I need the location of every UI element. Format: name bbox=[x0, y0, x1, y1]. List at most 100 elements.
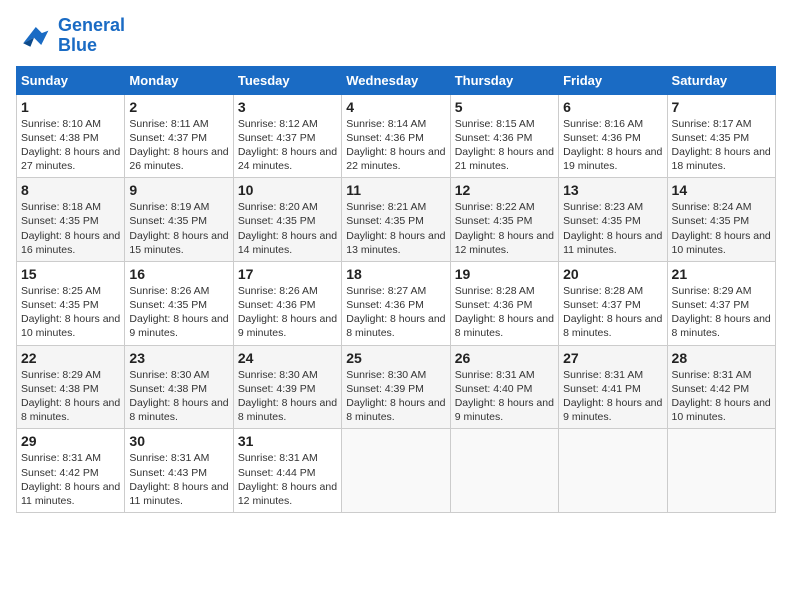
weekday-header-cell: Monday bbox=[125, 66, 233, 94]
calendar-day-cell: 20 Sunrise: 8:28 AMSunset: 4:37 PMDaylig… bbox=[559, 261, 667, 345]
day-info: Sunrise: 8:29 AMSunset: 4:38 PMDaylight:… bbox=[21, 368, 120, 425]
day-number: 8 bbox=[21, 182, 120, 198]
day-info: Sunrise: 8:30 AMSunset: 4:38 PMDaylight:… bbox=[129, 368, 228, 425]
day-info: Sunrise: 8:16 AMSunset: 4:36 PMDaylight:… bbox=[563, 117, 662, 174]
day-number: 14 bbox=[672, 182, 771, 198]
day-info: Sunrise: 8:21 AMSunset: 4:35 PMDaylight:… bbox=[346, 200, 445, 257]
day-info: Sunrise: 8:24 AMSunset: 4:35 PMDaylight:… bbox=[672, 200, 771, 257]
day-info: Sunrise: 8:12 AMSunset: 4:37 PMDaylight:… bbox=[238, 117, 337, 174]
logo-icon bbox=[16, 18, 52, 54]
day-info: Sunrise: 8:28 AMSunset: 4:37 PMDaylight:… bbox=[563, 284, 662, 341]
day-number: 17 bbox=[238, 266, 337, 282]
calendar-table: SundayMondayTuesdayWednesdayThursdayFrid… bbox=[16, 66, 776, 513]
day-info: Sunrise: 8:31 AMSunset: 4:42 PMDaylight:… bbox=[672, 368, 771, 425]
day-info: Sunrise: 8:30 AMSunset: 4:39 PMDaylight:… bbox=[238, 368, 337, 425]
day-number: 2 bbox=[129, 99, 228, 115]
calendar-day-cell: 18 Sunrise: 8:27 AMSunset: 4:36 PMDaylig… bbox=[342, 261, 450, 345]
calendar-week-row: 22 Sunrise: 8:29 AMSunset: 4:38 PMDaylig… bbox=[17, 345, 776, 429]
day-info: Sunrise: 8:25 AMSunset: 4:35 PMDaylight:… bbox=[21, 284, 120, 341]
calendar-week-row: 8 Sunrise: 8:18 AMSunset: 4:35 PMDayligh… bbox=[17, 178, 776, 262]
day-number: 12 bbox=[455, 182, 554, 198]
calendar-day-cell: 15 Sunrise: 8:25 AMSunset: 4:35 PMDaylig… bbox=[17, 261, 125, 345]
day-info: Sunrise: 8:26 AMSunset: 4:36 PMDaylight:… bbox=[238, 284, 337, 341]
day-number: 27 bbox=[563, 350, 662, 366]
weekday-header-cell: Thursday bbox=[450, 66, 558, 94]
calendar-day-cell: 30 Sunrise: 8:31 AMSunset: 4:43 PMDaylig… bbox=[125, 429, 233, 513]
calendar-day-cell: 13 Sunrise: 8:23 AMSunset: 4:35 PMDaylig… bbox=[559, 178, 667, 262]
calendar-day-cell: 2 Sunrise: 8:11 AMSunset: 4:37 PMDayligh… bbox=[125, 94, 233, 178]
calendar-week-row: 15 Sunrise: 8:25 AMSunset: 4:35 PMDaylig… bbox=[17, 261, 776, 345]
page-header: General Blue bbox=[16, 16, 776, 56]
day-number: 23 bbox=[129, 350, 228, 366]
day-number: 6 bbox=[563, 99, 662, 115]
weekday-header-cell: Sunday bbox=[17, 66, 125, 94]
calendar-day-cell bbox=[450, 429, 558, 513]
calendar-day-cell: 4 Sunrise: 8:14 AMSunset: 4:36 PMDayligh… bbox=[342, 94, 450, 178]
calendar-day-cell: 21 Sunrise: 8:29 AMSunset: 4:37 PMDaylig… bbox=[667, 261, 775, 345]
day-number: 28 bbox=[672, 350, 771, 366]
calendar-day-cell: 27 Sunrise: 8:31 AMSunset: 4:41 PMDaylig… bbox=[559, 345, 667, 429]
weekday-header-cell: Tuesday bbox=[233, 66, 341, 94]
calendar-day-cell bbox=[559, 429, 667, 513]
calendar-week-row: 29 Sunrise: 8:31 AMSunset: 4:42 PMDaylig… bbox=[17, 429, 776, 513]
calendar-day-cell: 16 Sunrise: 8:26 AMSunset: 4:35 PMDaylig… bbox=[125, 261, 233, 345]
calendar-day-cell: 17 Sunrise: 8:26 AMSunset: 4:36 PMDaylig… bbox=[233, 261, 341, 345]
calendar-body: 1 Sunrise: 8:10 AMSunset: 4:38 PMDayligh… bbox=[17, 94, 776, 512]
day-info: Sunrise: 8:20 AMSunset: 4:35 PMDaylight:… bbox=[238, 200, 337, 257]
day-info: Sunrise: 8:19 AMSunset: 4:35 PMDaylight:… bbox=[129, 200, 228, 257]
day-number: 26 bbox=[455, 350, 554, 366]
day-info: Sunrise: 8:23 AMSunset: 4:35 PMDaylight:… bbox=[563, 200, 662, 257]
day-info: Sunrise: 8:31 AMSunset: 4:41 PMDaylight:… bbox=[563, 368, 662, 425]
weekday-header-cell: Saturday bbox=[667, 66, 775, 94]
day-info: Sunrise: 8:31 AMSunset: 4:42 PMDaylight:… bbox=[21, 451, 120, 508]
calendar-day-cell bbox=[667, 429, 775, 513]
day-number: 20 bbox=[563, 266, 662, 282]
calendar-day-cell: 25 Sunrise: 8:30 AMSunset: 4:39 PMDaylig… bbox=[342, 345, 450, 429]
day-info: Sunrise: 8:28 AMSunset: 4:36 PMDaylight:… bbox=[455, 284, 554, 341]
calendar-week-row: 1 Sunrise: 8:10 AMSunset: 4:38 PMDayligh… bbox=[17, 94, 776, 178]
day-number: 4 bbox=[346, 99, 445, 115]
day-info: Sunrise: 8:26 AMSunset: 4:35 PMDaylight:… bbox=[129, 284, 228, 341]
day-number: 10 bbox=[238, 182, 337, 198]
calendar-day-cell: 29 Sunrise: 8:31 AMSunset: 4:42 PMDaylig… bbox=[17, 429, 125, 513]
calendar-day-cell: 10 Sunrise: 8:20 AMSunset: 4:35 PMDaylig… bbox=[233, 178, 341, 262]
calendar-day-cell: 23 Sunrise: 8:30 AMSunset: 4:38 PMDaylig… bbox=[125, 345, 233, 429]
day-number: 16 bbox=[129, 266, 228, 282]
day-info: Sunrise: 8:27 AMSunset: 4:36 PMDaylight:… bbox=[346, 284, 445, 341]
day-number: 5 bbox=[455, 99, 554, 115]
day-number: 15 bbox=[21, 266, 120, 282]
day-number: 25 bbox=[346, 350, 445, 366]
day-info: Sunrise: 8:31 AMSunset: 4:44 PMDaylight:… bbox=[238, 451, 337, 508]
day-number: 18 bbox=[346, 266, 445, 282]
calendar-day-cell: 1 Sunrise: 8:10 AMSunset: 4:38 PMDayligh… bbox=[17, 94, 125, 178]
day-info: Sunrise: 8:15 AMSunset: 4:36 PMDaylight:… bbox=[455, 117, 554, 174]
day-info: Sunrise: 8:10 AMSunset: 4:38 PMDaylight:… bbox=[21, 117, 120, 174]
calendar-day-cell: 11 Sunrise: 8:21 AMSunset: 4:35 PMDaylig… bbox=[342, 178, 450, 262]
day-info: Sunrise: 8:29 AMSunset: 4:37 PMDaylight:… bbox=[672, 284, 771, 341]
day-number: 3 bbox=[238, 99, 337, 115]
day-number: 19 bbox=[455, 266, 554, 282]
calendar-day-cell: 12 Sunrise: 8:22 AMSunset: 4:35 PMDaylig… bbox=[450, 178, 558, 262]
logo: General Blue bbox=[16, 16, 125, 56]
day-number: 24 bbox=[238, 350, 337, 366]
calendar-day-cell: 31 Sunrise: 8:31 AMSunset: 4:44 PMDaylig… bbox=[233, 429, 341, 513]
day-number: 11 bbox=[346, 182, 445, 198]
calendar-day-cell: 6 Sunrise: 8:16 AMSunset: 4:36 PMDayligh… bbox=[559, 94, 667, 178]
day-number: 7 bbox=[672, 99, 771, 115]
weekday-header-cell: Friday bbox=[559, 66, 667, 94]
calendar-day-cell bbox=[342, 429, 450, 513]
day-number: 13 bbox=[563, 182, 662, 198]
logo-text: General Blue bbox=[58, 16, 125, 56]
calendar-day-cell: 3 Sunrise: 8:12 AMSunset: 4:37 PMDayligh… bbox=[233, 94, 341, 178]
day-number: 31 bbox=[238, 433, 337, 449]
day-info: Sunrise: 8:17 AMSunset: 4:35 PMDaylight:… bbox=[672, 117, 771, 174]
day-number: 29 bbox=[21, 433, 120, 449]
day-number: 30 bbox=[129, 433, 228, 449]
day-info: Sunrise: 8:31 AMSunset: 4:43 PMDaylight:… bbox=[129, 451, 228, 508]
calendar-day-cell: 14 Sunrise: 8:24 AMSunset: 4:35 PMDaylig… bbox=[667, 178, 775, 262]
day-info: Sunrise: 8:22 AMSunset: 4:35 PMDaylight:… bbox=[455, 200, 554, 257]
weekday-header-row: SundayMondayTuesdayWednesdayThursdayFrid… bbox=[17, 66, 776, 94]
calendar-day-cell: 8 Sunrise: 8:18 AMSunset: 4:35 PMDayligh… bbox=[17, 178, 125, 262]
calendar-day-cell: 28 Sunrise: 8:31 AMSunset: 4:42 PMDaylig… bbox=[667, 345, 775, 429]
day-number: 21 bbox=[672, 266, 771, 282]
